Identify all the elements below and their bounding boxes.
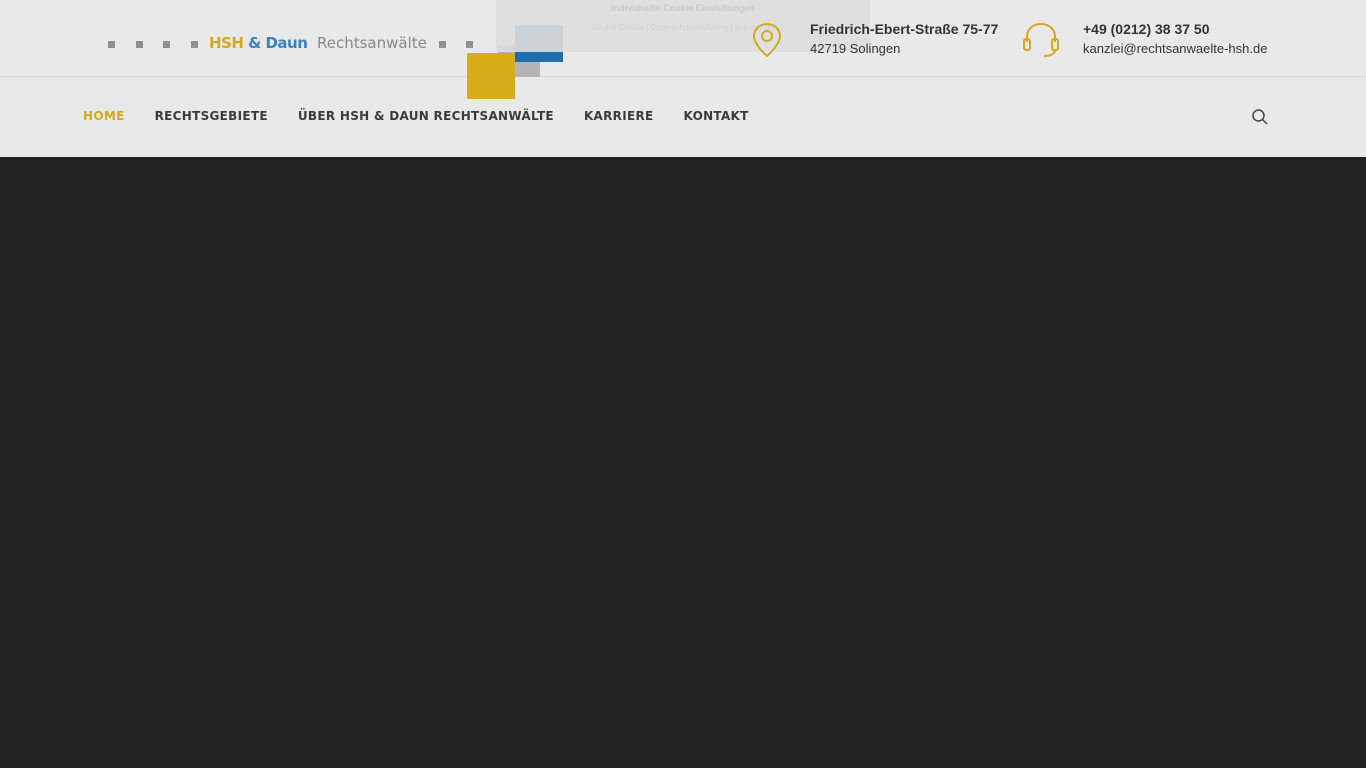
address-street: Friedrich-Ebert-Straße 75-77 [810, 21, 999, 37]
top-bar: HSH & Daun Rechtsanwälte Individuelle Co… [0, 0, 1366, 99]
logo-subtitle: Rechtsanwälte [317, 34, 427, 52]
main-content-area [0, 157, 1366, 768]
nav-item-home[interactable]: HOME [83, 109, 125, 123]
contact-phone: +49 (0212) 38 37 50 kanzlei@rechtsanwael… [1022, 0, 1282, 76]
address-city: 42719 Solingen [810, 41, 901, 56]
logo-dot [191, 41, 198, 48]
logo-brand: HSH & Daun [209, 34, 308, 52]
logo-brand-amp: & Daun [248, 34, 308, 52]
logo-dot [136, 41, 143, 48]
nav-item-ueber-uns[interactable]: ÜBER HSH & DAUN RECHTSANWÄLTE [298, 109, 554, 123]
main-navigation: HOME RECHTSGEBIETE ÜBER HSH & DAUN RECHT… [83, 109, 749, 123]
cookie-details-link[interactable]: Cookie-Details [592, 23, 644, 32]
headset-icon [1023, 22, 1059, 57]
site-header: HSH & Daun Rechtsanwälte Individuelle Co… [0, 0, 1366, 157]
map-pin-icon [752, 22, 782, 58]
privacy-policy-link[interactable]: Datenschutzerklärung [650, 23, 728, 32]
search-icon[interactable] [1251, 108, 1269, 126]
logo-brand-main: HSH [209, 34, 244, 52]
nav-item-kontakt[interactable]: KONTAKT [684, 109, 749, 123]
email-address[interactable]: kanzlei@rechtsanwaelte-hsh.de [1083, 41, 1267, 56]
logo-dot [439, 41, 446, 48]
nav-item-rechtsgebiete[interactable]: RECHTSGEBIETE [155, 109, 268, 123]
logo-square-yellow [467, 53, 515, 99]
phone-number[interactable]: +49 (0212) 38 37 50 [1083, 21, 1210, 37]
logo-dot [108, 41, 115, 48]
nav-item-karriere[interactable]: KARRIERE [584, 109, 654, 123]
contact-address: Friedrich-Ebert-Straße 75-77 42719 Solin… [752, 0, 1012, 76]
logo-dot [163, 41, 170, 48]
logo-dot [466, 41, 473, 48]
